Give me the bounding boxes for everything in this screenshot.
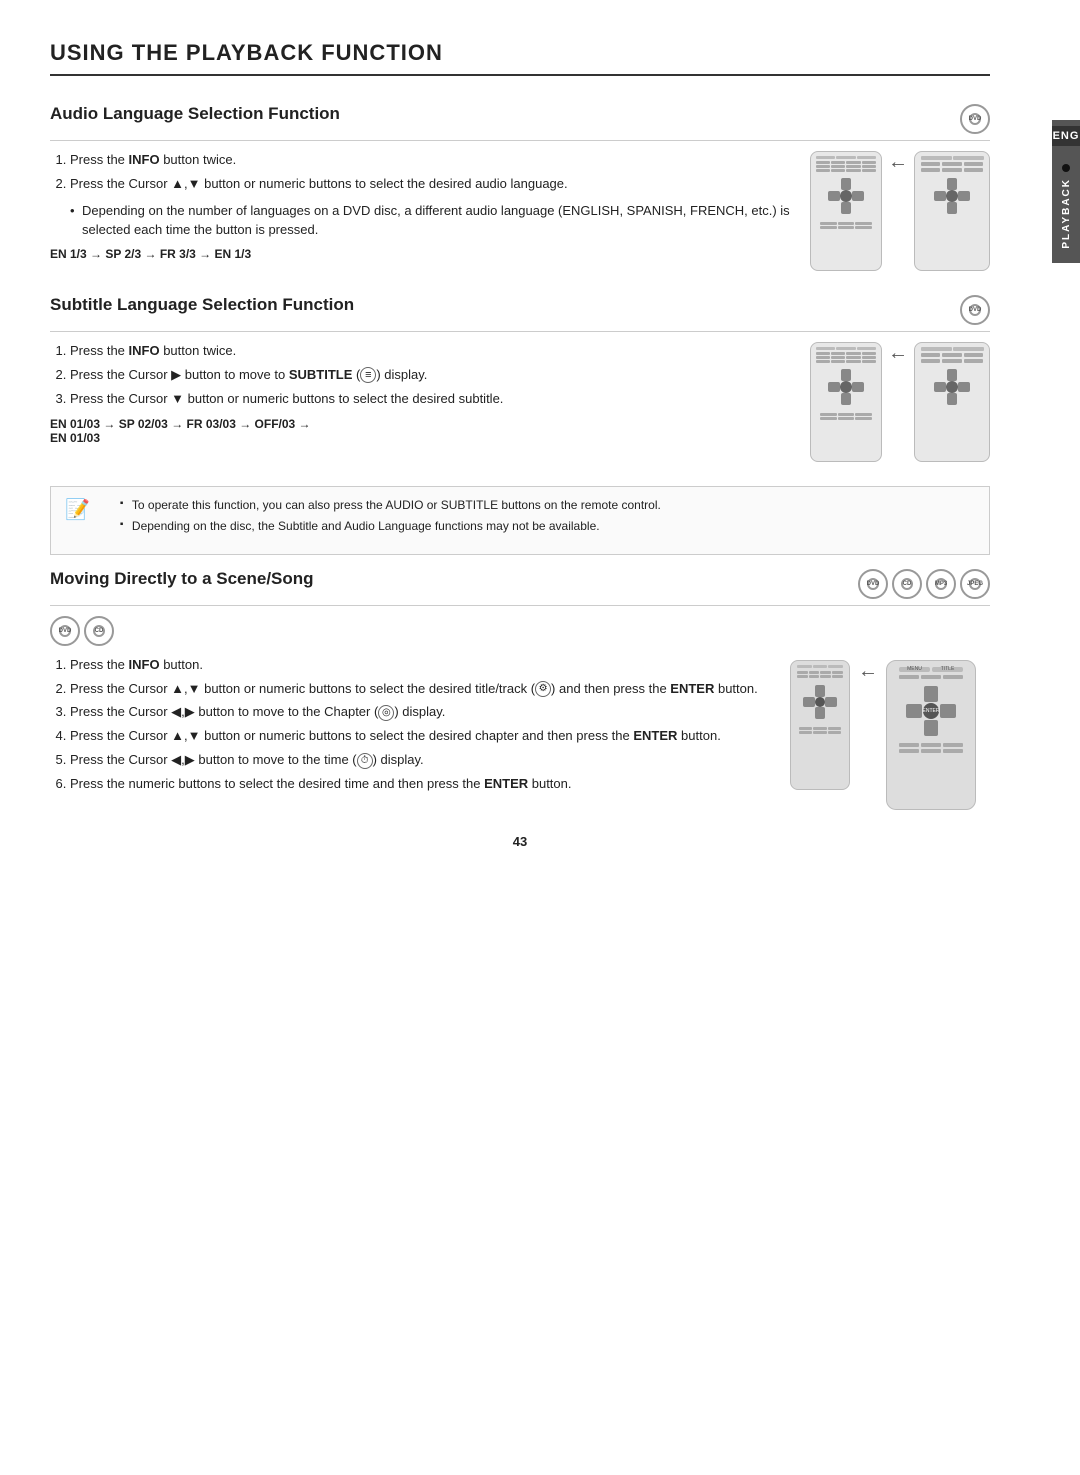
enter-bold-1: ENTER: [670, 681, 714, 696]
main-content: USING THE PLAYBACK FUNCTION Audio Langua…: [50, 0, 1030, 869]
subtitle-section-header: Subtitle Language Selection Function DVD: [50, 295, 990, 332]
moving-step-4: Press the Cursor ▲,▼ button or numeric b…: [70, 727, 770, 746]
note-icon: 📝: [65, 497, 90, 544]
moving-step-1: Press the INFO button.: [70, 656, 770, 675]
audio-steps-list: Press the INFO button twice. Press the C…: [50, 151, 790, 194]
subtitle-section-title: Subtitle Language Selection Function: [50, 295, 354, 315]
lang-tab-eng: ENG: [1052, 126, 1080, 146]
moving-dvd-badge: DVD: [858, 569, 888, 599]
audio-section-header: Audio Language Selection Function DVD: [50, 104, 990, 141]
moving-step-2: Press the Cursor ▲,▼ button or numeric b…: [70, 680, 770, 699]
audio-section-title: Audio Language Selection Function: [50, 104, 340, 124]
moving-step-5: Press the Cursor ◀,▶ button to move to t…: [70, 751, 770, 770]
moving-section-header: Moving Directly to a Scene/Song DVD CD M…: [50, 569, 990, 606]
audio-sequence: EN 1/3 → SP 2/3 → FR 3/3 → EN 1/3: [50, 247, 790, 261]
playback-label: PLAYBACK: [1061, 178, 1072, 249]
note-list: To operate this function, you can also p…: [100, 497, 661, 536]
note-item-2: Depending on the disc, the Subtitle and …: [120, 518, 661, 535]
moving-sub-dvd: DVD: [50, 616, 80, 646]
time-icon: ⏱: [357, 753, 373, 769]
chapter-icon: ◎: [378, 705, 394, 721]
moving-jpeg-badge: JPEG: [960, 569, 990, 599]
moving-section-body: Press the INFO button. Press the Cursor …: [50, 656, 990, 810]
section-subtitle: Subtitle Language Selection Function DVD…: [50, 295, 990, 462]
playback-dot: [1062, 164, 1070, 172]
subtitle-section-body: Press the INFO button twice. Press the C…: [50, 342, 990, 462]
enter-bold-3: ENTER: [484, 776, 528, 791]
subtitle-remote-image: ←: [810, 342, 990, 462]
moving-dpad: ENTER: [906, 686, 956, 736]
audio-remote-left: [810, 151, 882, 271]
audio-step-2: Press the Cursor ▲,▼ button or numeric b…: [70, 175, 790, 194]
moving-remote-small: [790, 660, 850, 790]
audio-instructions: Press the INFO button twice. Press the C…: [50, 151, 790, 271]
audio-remote-container: ←: [810, 151, 990, 271]
subtitle-icon: ≡: [360, 367, 376, 383]
note-box: 📝 To operate this function, you can also…: [50, 486, 990, 555]
info-bold-sub: INFO: [129, 343, 160, 358]
moving-step-3: Press the Cursor ◀,▶ button to move to t…: [70, 703, 770, 722]
info-bold-move: INFO: [129, 657, 160, 672]
subtitle-remote-container: ←: [810, 342, 990, 462]
audio-step-1: Press the INFO button twice.: [70, 151, 790, 170]
section-audio: Audio Language Selection Function DVD Pr…: [50, 104, 990, 271]
subtitle-bold: SUBTITLE: [289, 367, 353, 382]
moving-remote-large: MENU TITLE ENTE: [886, 660, 976, 810]
subtitle-step-3: Press the Cursor ▼ button or numeric but…: [70, 390, 790, 409]
note-item-1: To operate this function, you can also p…: [120, 497, 661, 514]
subtitle-sequence: EN 01/03 → SP 02/03 → FR 03/03 → OFF/03 …: [50, 417, 790, 445]
moving-sub-cd: CD: [84, 616, 114, 646]
moving-steps-list: Press the INFO button. Press the Cursor …: [50, 656, 770, 794]
title-track-icon: ⚙: [535, 681, 551, 697]
moving-step-6: Press the numeric buttons to select the …: [70, 775, 770, 794]
audio-arrow-callout: ←: [888, 151, 908, 174]
info-bold-1: INFO: [129, 152, 160, 167]
note-content: To operate this function, you can also p…: [100, 497, 661, 544]
moving-remote-wrapper: ← MENU TITLE: [790, 660, 976, 810]
section-moving: Moving Directly to a Scene/Song DVD CD M…: [50, 569, 990, 810]
moving-sub-badges: DVD CD: [50, 616, 990, 646]
audio-remote-image: ←: [810, 151, 990, 271]
subtitle-step-2: Press the Cursor ▶ button to move to SUB…: [70, 366, 790, 385]
audio-remote-right: [914, 151, 990, 271]
audio-bullet-1: Depending on the number of languages on …: [70, 202, 790, 240]
audio-dvd-badge: DVD: [960, 104, 990, 134]
enter-bold-2: ENTER: [633, 728, 677, 743]
moving-instructions: Press the INFO button. Press the Cursor …: [50, 656, 770, 810]
subtitle-remote-right: [914, 342, 990, 462]
audio-section-body: Press the INFO button twice. Press the C…: [50, 151, 990, 271]
enter-center: ENTER: [923, 703, 939, 719]
subtitle-instructions: Press the INFO button twice. Press the C…: [50, 342, 790, 462]
page-number: 43: [50, 834, 990, 869]
side-navigation: ENG PLAYBACK: [1052, 120, 1080, 263]
subtitle-step-1: Press the INFO button twice.: [70, 342, 790, 361]
subtitle-arrow-callout: ←: [888, 342, 908, 365]
moving-badge-group: DVD CD MP3 JPEG: [858, 569, 990, 599]
subtitle-remote-left: [810, 342, 882, 462]
side-tab-playback: PLAYBACK: [1052, 156, 1080, 257]
subtitle-dvd-badge: DVD: [960, 295, 990, 325]
moving-arrow: ←: [858, 660, 878, 683]
dvd-label: DVD: [969, 116, 982, 122]
subtitle-steps-list: Press the INFO button twice. Press the C…: [50, 342, 790, 409]
dvd-label-2: DVD: [969, 307, 982, 313]
page-title: USING THE PLAYBACK FUNCTION: [50, 40, 990, 76]
moving-cd-badge: CD: [892, 569, 922, 599]
moving-mp3-badge: MP3: [926, 569, 956, 599]
audio-bullets: Depending on the number of languages on …: [50, 202, 790, 240]
moving-section-title: Moving Directly to a Scene/Song: [50, 569, 314, 589]
moving-remote-image: ← MENU TITLE: [790, 656, 990, 810]
